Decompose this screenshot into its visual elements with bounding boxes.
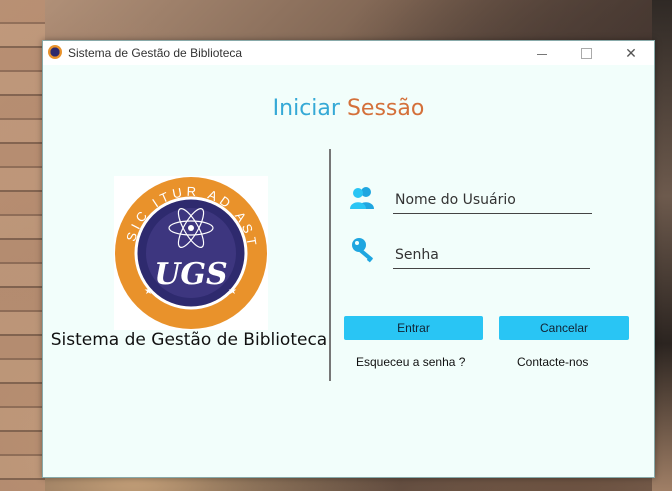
- title-word-2: Sessão: [346, 96, 425, 121]
- library-logo: SIC ITUR AD ASTRA UGS ★ ★: [107, 164, 268, 330]
- title-word-1: Iniciar: [272, 96, 340, 121]
- title-bar[interactable]: Sistema de Gestão de Biblioteca ✕: [43, 41, 654, 65]
- background-edge: [652, 0, 672, 491]
- users-icon: [349, 185, 377, 211]
- forgot-password-link[interactable]: Esqueceu a senha ?: [356, 355, 465, 369]
- app-name-label: Sistema de Gestão de Biblioteca: [50, 330, 328, 350]
- cancel-button[interactable]: Cancelar: [499, 316, 629, 340]
- close-button[interactable]: ✕: [609, 41, 653, 65]
- username-field[interactable]: Nome do Usuário: [393, 187, 592, 214]
- svg-text:★: ★: [144, 286, 153, 297]
- password-field[interactable]: Senha: [393, 242, 590, 269]
- minimize-icon: [537, 53, 547, 55]
- svg-text:★: ★: [228, 286, 237, 297]
- enter-button[interactable]: Entrar: [344, 316, 483, 340]
- window-title: Sistema de Gestão de Biblioteca: [68, 46, 243, 60]
- background-wall: [0, 0, 45, 491]
- login-window: Sistema de Gestão de Biblioteca ✕ Inicia…: [42, 40, 655, 478]
- logo-monogram: UGS: [154, 257, 227, 292]
- page-title: Iniciar Sessão: [43, 96, 654, 121]
- maximize-button[interactable]: [564, 41, 608, 65]
- minimize-button[interactable]: [520, 41, 564, 65]
- logo-emblem: SIC ITUR AD ASTRA UGS ★ ★: [107, 164, 267, 329]
- vertical-divider: [329, 149, 331, 381]
- close-icon: ✕: [625, 45, 637, 61]
- contact-link[interactable]: Contacte-nos: [517, 355, 588, 369]
- app-logo-icon: [48, 45, 62, 59]
- key-icon: [351, 237, 379, 263]
- maximize-icon: [580, 47, 592, 59]
